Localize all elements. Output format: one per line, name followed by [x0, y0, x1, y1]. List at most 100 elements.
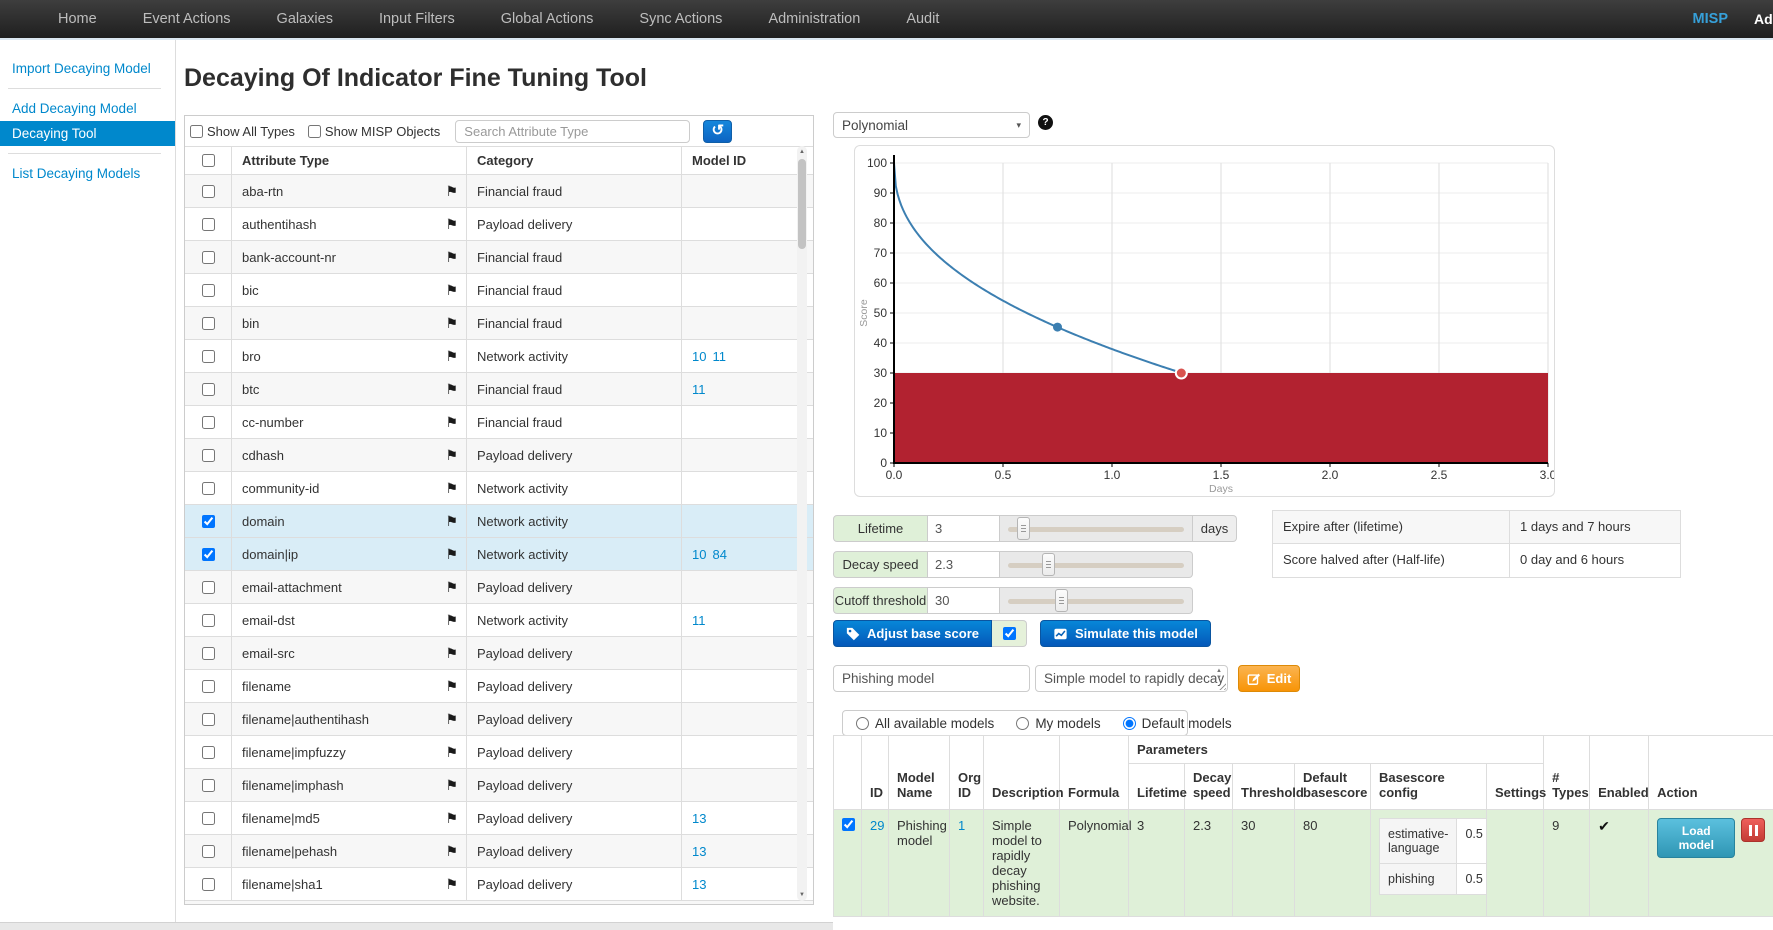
slider-track[interactable] [1000, 551, 1193, 578]
attribute-row-checkbox[interactable] [202, 680, 215, 693]
help-icon[interactable]: ? [1038, 115, 1053, 130]
attribute-row-checkbox[interactable] [202, 251, 215, 264]
radio-my-models[interactable] [1016, 717, 1029, 730]
formula-select[interactable]: Polynomial ▾ [833, 112, 1030, 138]
model-id-link[interactable]: 13 [692, 877, 706, 892]
attribute-row-check-cell [185, 868, 231, 900]
pause-model-button[interactable] [1741, 818, 1765, 842]
navbar-right: MISP Admin [1693, 11, 1773, 27]
scrollbar-down-arrow[interactable]: ▼ [797, 889, 807, 901]
nav-item-home[interactable]: Home [58, 11, 97, 27]
edit-model-button[interactable]: Edit [1238, 665, 1300, 692]
attribute-row-checkbox[interactable] [202, 284, 215, 297]
attribute-row-checkbox[interactable] [202, 713, 215, 726]
model-id-link[interactable]: 13 [692, 844, 706, 859]
slider-handle[interactable] [1042, 553, 1055, 576]
nav-item-event-actions[interactable]: Event Actions [143, 11, 231, 27]
slider-value-input[interactable]: 2.3 [928, 551, 1000, 578]
model-id-link[interactable]: 11 [692, 613, 706, 628]
attribute-row-checkbox[interactable] [202, 779, 215, 792]
radio-default-models[interactable] [1123, 717, 1136, 730]
scrollbar-up-arrow[interactable]: ▲ [797, 146, 807, 158]
sidebar-item-list-decaying-models[interactable]: List Decaying Models [0, 161, 175, 186]
show-all-types-toggle[interactable]: Show All Types [190, 124, 295, 139]
basescore-config-cell: estimative-language0.5phishing0.5 [1371, 810, 1487, 917]
nav-item-global-actions[interactable]: Global Actions [501, 11, 594, 27]
load-model-button[interactable]: Load model [1657, 818, 1735, 858]
simulate-model-button[interactable]: Simulate this model [1040, 620, 1211, 647]
sidebar-item-import-decaying-model[interactable]: Import Decaying Model [0, 56, 175, 81]
model-row-checkbox[interactable] [842, 818, 855, 831]
model-filter-all-available-models[interactable]: All available models [856, 716, 994, 731]
attribute-row-checkbox[interactable] [202, 581, 215, 594]
attribute-row-checkbox[interactable] [202, 812, 215, 825]
model-id-link[interactable]: 10 [692, 349, 706, 364]
y-tick-label: 80 [874, 216, 888, 230]
adjust-base-score-button[interactable]: Adjust base score [833, 620, 992, 647]
adjust-base-score-checkbox[interactable] [1003, 627, 1016, 640]
model-description-textarea[interactable]: Simple model to rapidly decay ▲ ▼ [1035, 665, 1228, 692]
nav-item-input-filters[interactable]: Input Filters [379, 11, 455, 27]
attribute-row-checkbox[interactable] [202, 185, 215, 198]
sidebar-item-decaying-tool[interactable]: Decaying Tool [0, 121, 175, 146]
attribute-type-cell: filename|md5⚑ [231, 802, 466, 834]
attribute-row-checkbox[interactable] [202, 614, 215, 627]
refresh-button[interactable]: ↺ [703, 120, 732, 143]
model-id-link[interactable]: 10 [692, 547, 706, 562]
slider-value-input[interactable]: 30 [928, 587, 1000, 614]
attribute-table-scrollbar[interactable]: ▲ ▼ [797, 146, 807, 901]
drag-handle[interactable] [1053, 323, 1062, 332]
attribute-row-checkbox[interactable] [202, 218, 215, 231]
show-all-types-checkbox[interactable] [190, 125, 203, 138]
attribute-row-checkbox[interactable] [202, 383, 215, 396]
misp-brand-link[interactable]: MISP [1693, 11, 1728, 27]
attribute-row-check-cell [185, 505, 231, 537]
model-name-input[interactable] [833, 665, 1030, 692]
org-id-link[interactable]: 1 [958, 818, 965, 833]
nav-item-galaxies[interactable]: Galaxies [277, 11, 333, 27]
attribute-row-checkbox[interactable] [202, 515, 215, 528]
slider-track[interactable] [1000, 515, 1193, 542]
attribute-row-checkbox[interactable] [202, 449, 215, 462]
attribute-row-checkbox[interactable] [202, 878, 215, 891]
search-attribute-input[interactable] [455, 120, 690, 143]
model-filter-my-models[interactable]: My models [1016, 716, 1100, 731]
nav-item-sync-actions[interactable]: Sync Actions [639, 11, 722, 27]
attribute-row-checkbox[interactable] [202, 350, 215, 363]
attribute-row-checkbox[interactable] [202, 548, 215, 561]
attribute-row-checkbox[interactable] [202, 845, 215, 858]
attribute-row-checkbox[interactable] [202, 746, 215, 759]
show-misp-objects-toggle[interactable]: Show MISP Objects [308, 124, 440, 139]
nav-item-audit[interactable]: Audit [906, 11, 939, 27]
radio-all-available-models[interactable] [856, 717, 869, 730]
sidebar-item-add-decaying-model[interactable]: Add Decaying Model [0, 96, 175, 121]
model-id-link[interactable]: 11 [692, 382, 706, 397]
model-filter-default-models[interactable]: Default models [1123, 716, 1232, 731]
model-id-link[interactable]: 29 [870, 818, 884, 833]
attribute-row-checkbox[interactable] [202, 317, 215, 330]
admin-menu[interactable]: Admin [1754, 11, 1773, 27]
flag-icon: ⚑ [445, 579, 458, 596]
attribute-row: authentihash⚑Payload delivery [185, 208, 813, 241]
attribute-row-checkbox[interactable] [202, 416, 215, 429]
attribute-type-cell: community-id⚑ [231, 472, 466, 504]
slider-handle[interactable] [1017, 517, 1030, 540]
attribute-row: filename|authentihash⚑Payload delivery [185, 703, 813, 736]
scrollbar-thumb[interactable] [798, 159, 806, 249]
model-id-link[interactable]: 13 [692, 811, 706, 826]
flag-icon: ⚑ [445, 645, 458, 662]
attribute-row-check-cell [185, 340, 231, 372]
attribute-row-checkbox[interactable] [202, 482, 215, 495]
scroll-down-icon: ▼ [1216, 675, 1222, 681]
attribute-table-body: aba-rtn⚑Financial fraudauthentihash⚑Payl… [185, 175, 813, 904]
attribute-row-checkbox[interactable] [202, 647, 215, 660]
slider-handle[interactable] [1055, 589, 1068, 612]
model-id-link[interactable]: 11 [712, 349, 726, 364]
nav-item-administration[interactable]: Administration [768, 11, 860, 27]
slider-track[interactable] [1000, 587, 1193, 614]
show-misp-objects-checkbox[interactable] [308, 125, 321, 138]
slider-value-input[interactable]: 3 [928, 515, 1000, 542]
select-all-checkbox[interactable] [202, 154, 215, 167]
textarea-scrollbar[interactable]: ▲ ▼ [1213, 668, 1225, 681]
model-id-link[interactable]: 84 [712, 547, 726, 562]
